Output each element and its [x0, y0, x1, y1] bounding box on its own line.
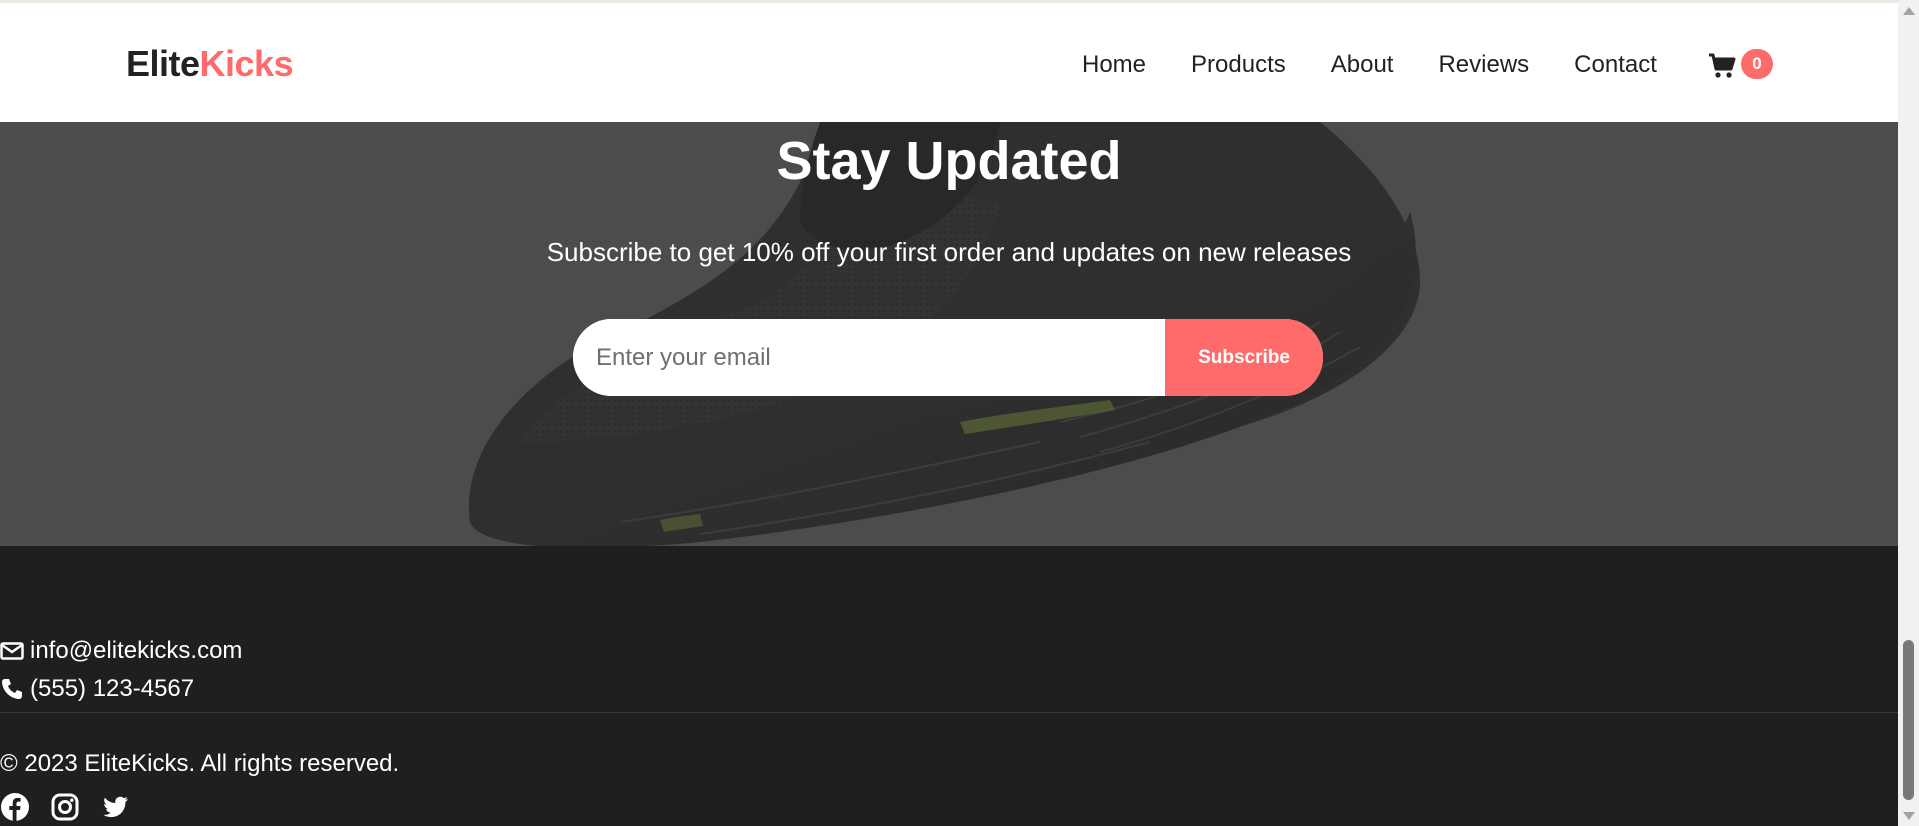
- nav-link-products[interactable]: Products: [1191, 51, 1286, 79]
- subscribe-button[interactable]: Subscribe: [1165, 319, 1323, 396]
- cart-button[interactable]: 0: [1708, 49, 1774, 83]
- brand-name-part1: Elite: [126, 43, 200, 84]
- footer-divider: [0, 712, 1898, 713]
- cart-count-badge: 0: [1741, 49, 1773, 79]
- social-links: [0, 792, 150, 822]
- brand-name-part2: Kicks: [199, 43, 294, 84]
- footer-email-text: info@elitekicks.com: [30, 637, 243, 664]
- newsletter-section: Stay Updated Subscribe to get 10% off yo…: [0, 122, 1898, 546]
- email-input[interactable]: [573, 319, 1165, 396]
- envelope-icon: [0, 642, 24, 660]
- newsletter-title: Stay Updated: [776, 131, 1122, 191]
- newsletter-subtitle: Subscribe to get 10% off your first orde…: [546, 237, 1352, 267]
- cart-icon: [1709, 53, 1736, 78]
- nav-link-contact[interactable]: Contact: [1574, 51, 1657, 79]
- footer-phone[interactable]: (555) 123-4567: [0, 675, 194, 703]
- nav-links: Home Products About Reviews Contact: [1082, 51, 1702, 79]
- footer: info@elitekicks.com (555) 123-4567 © 202…: [0, 546, 1898, 826]
- scroll-up-arrow-icon[interactable]: [1903, 7, 1915, 15]
- page: EliteKicks Home Products About Reviews C…: [0, 0, 1919, 826]
- facebook-icon[interactable]: [0, 792, 30, 822]
- footer-email[interactable]: info@elitekicks.com: [0, 637, 242, 665]
- subscribe-form: Subscribe: [573, 319, 1323, 396]
- copyright-text: © 2023 EliteKicks. All rights reserved.: [0, 750, 400, 777]
- instagram-icon[interactable]: [50, 792, 80, 822]
- page-scrollbar[interactable]: [1898, 0, 1919, 826]
- brand-logo[interactable]: EliteKicks: [126, 43, 294, 85]
- scroll-thumb[interactable]: [1903, 640, 1914, 800]
- nav-link-about[interactable]: About: [1331, 51, 1394, 79]
- twitter-icon[interactable]: [100, 792, 130, 822]
- phone-icon: [2, 679, 22, 699]
- nav-link-reviews[interactable]: Reviews: [1438, 51, 1529, 79]
- nav-link-home[interactable]: Home: [1082, 51, 1146, 79]
- footer-phone-text: (555) 123-4567: [30, 675, 195, 702]
- navbar: EliteKicks Home Products About Reviews C…: [0, 3, 1898, 122]
- scroll-down-arrow-icon[interactable]: [1903, 812, 1915, 820]
